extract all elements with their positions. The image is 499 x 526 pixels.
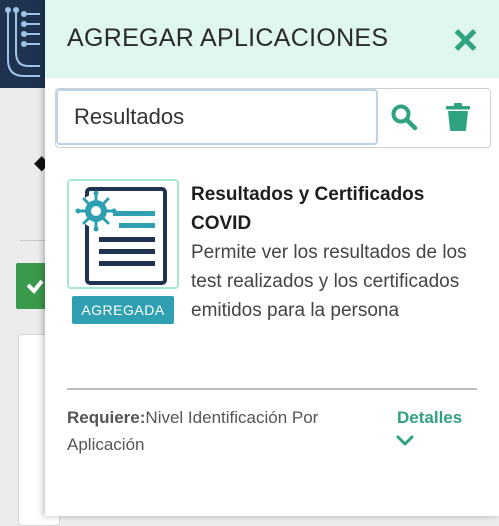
app-description: Permite ver los resultados de los test r… (191, 242, 467, 321)
chevron-down-icon[interactable] (396, 434, 414, 448)
search-bar (55, 88, 491, 148)
search-icon[interactable] (390, 103, 418, 131)
circuit-logo-icon (5, 7, 40, 77)
checkbox-checked-icon[interactable] (16, 263, 46, 309)
drawer-header: AGREGAR APLICACIONES (45, 0, 499, 78)
app-icon-box (67, 179, 179, 289)
close-icon[interactable] (451, 26, 479, 54)
status-badge: AGREGADA (72, 296, 174, 324)
virus-document-icon (75, 187, 167, 285)
add-applications-drawer: AGREGAR APLICACIONES Resultados AGREGADA… (45, 0, 499, 516)
trash-icon[interactable] (446, 103, 470, 131)
details-link[interactable]: Detalles (397, 404, 462, 431)
divider (67, 388, 477, 390)
app-title: Resultados y Certificados COVID (191, 184, 425, 234)
requirement-label: Requiere: (67, 408, 146, 427)
drawer-title: AGREGAR APLICACIONES (67, 24, 389, 52)
background-divider (20, 240, 46, 241)
search-input[interactable] (56, 89, 378, 145)
requirement-text: Requiere:Nivel Identificación Por Aplica… (67, 404, 357, 458)
